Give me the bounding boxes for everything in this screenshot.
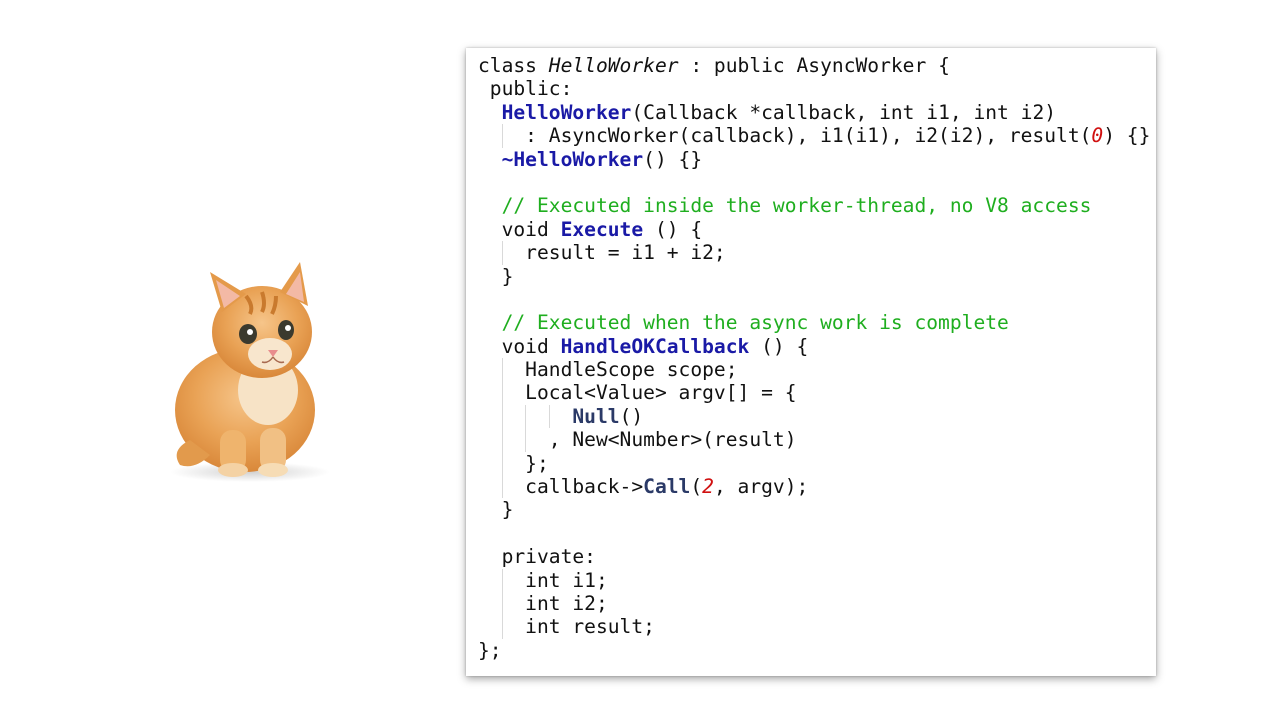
indent-guide <box>501 591 503 616</box>
code-line: } <box>478 265 1150 288</box>
code-text: : AsyncWorker(callback), i1(i1), i2(i2),… <box>478 124 1092 148</box>
code-line: private: <box>478 545 1150 568</box>
code-identifier: HandleOKCallback <box>560 334 750 358</box>
code-text: int i1; <box>478 568 608 592</box>
code-text: , argv); <box>713 475 809 499</box>
indent-guide <box>501 428 503 452</box>
code-comment: // Executed when the async work is compl… <box>501 311 1009 335</box>
code-text: Local<Value> argv[] = { <box>478 381 797 405</box>
code-text: () { <box>749 334 809 358</box>
code-text: HelloWorker <box>548 54 679 77</box>
code-line: HelloWorker(Callback *callback, int i1, … <box>478 101 1150 124</box>
code-text: class <box>478 54 549 77</box>
code-card: class HelloWorker : public AsyncWorker {… <box>466 48 1156 676</box>
indent-guide <box>525 404 527 429</box>
indent-guide <box>501 358 503 382</box>
code-number: 0 <box>1091 124 1104 148</box>
code-identifier: ~HelloWorker <box>501 147 644 171</box>
code-line: void HandleOKCallback () { <box>478 335 1150 358</box>
code-line: void Execute () { <box>478 218 1150 241</box>
code-text: }; <box>478 451 549 475</box>
code-text: int result; <box>478 615 655 639</box>
code-line: }; <box>478 451 1150 476</box>
indent-guide <box>501 124 503 148</box>
code-text: callback-> <box>478 475 644 499</box>
code-line: // Executed when the async work is compl… <box>478 311 1150 334</box>
code-line: Local<Value> argv[] = { <box>478 381 1150 405</box>
code-text: ) {} <box>1103 124 1151 148</box>
code-line: Null() <box>478 404 1150 429</box>
code-line: }; <box>478 639 1150 662</box>
indent-guide <box>501 615 503 639</box>
code-line: , New<Number>(result) <box>478 428 1150 452</box>
code-text: } <box>478 498 514 522</box>
code-text: (Callback *callback, int i1, int i2) <box>631 100 1057 124</box>
code-text: () <box>619 404 644 428</box>
indent-guide <box>501 568 503 592</box>
kitten-illustration <box>170 262 330 482</box>
indent-guide <box>501 451 503 476</box>
code-line: : AsyncWorker(callback), i1(i1), i2(i2),… <box>478 124 1151 148</box>
code-line: int i2; <box>478 591 1150 616</box>
code-text: result = i1 + i2; <box>478 241 726 265</box>
code-identifier: Call <box>643 475 691 499</box>
code-line: class HelloWorker : public AsyncWorker { <box>478 54 1150 77</box>
indent-guide <box>501 381 503 405</box>
code-text: int i2; <box>478 591 608 615</box>
code-line: int result; <box>478 615 1150 639</box>
code-identifier: Null <box>572 404 620 428</box>
code-text: void <box>478 334 561 358</box>
code-text: private: <box>478 545 596 569</box>
code-block: class HelloWorker : public AsyncWorker {… <box>478 54 1150 662</box>
code-text: () { <box>643 217 703 241</box>
code-text: () {} <box>643 147 703 171</box>
code-line: public: <box>478 77 1150 100</box>
code-line: } <box>478 498 1150 521</box>
code-line: ~HelloWorker() {} <box>478 148 1150 171</box>
code-text: ( <box>690 475 703 499</box>
code-line: result = i1 + i2; <box>478 241 1150 265</box>
code-text: }; <box>478 638 502 662</box>
code-text: public: <box>478 77 573 101</box>
code-text: } <box>478 264 514 288</box>
code-line: callback->Call(2, argv); <box>478 475 1150 499</box>
code-number: 2 <box>702 475 714 499</box>
code-identifier: Execute <box>560 217 644 241</box>
indent-guide <box>525 428 527 452</box>
code-line: HandleScope scope; <box>478 358 1150 382</box>
code-identifier: HelloWorker <box>501 100 632 124</box>
code-comment: // Executed inside the worker-thread, no… <box>501 194 1092 218</box>
indent-guide <box>548 404 550 429</box>
indent-guide <box>501 475 503 499</box>
slide: class HelloWorker : public AsyncWorker {… <box>0 0 1280 720</box>
code-text: HandleScope scope; <box>478 358 738 382</box>
code-text: void <box>478 217 561 241</box>
code-line: int i1; <box>478 568 1150 592</box>
indent-guide <box>501 404 503 429</box>
code-line: // Executed inside the worker-thread, no… <box>478 194 1150 217</box>
code-text: : public AsyncWorker { <box>678 54 950 77</box>
indent-guide <box>501 241 503 265</box>
